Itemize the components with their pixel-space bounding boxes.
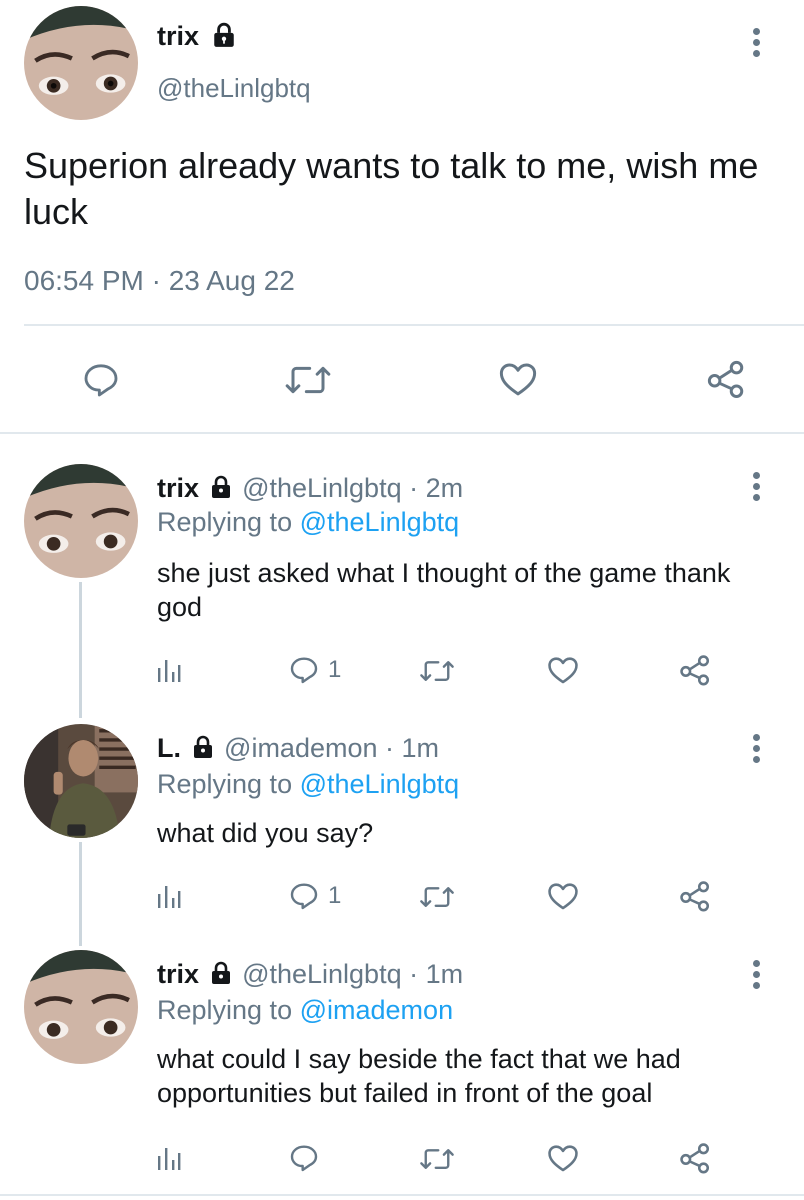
reply-time: · 2m — [409, 473, 464, 503]
tweet-text: Superion already wants to talk to me, wi… — [24, 145, 759, 232]
lock-icon — [211, 961, 230, 984]
lock-icon — [211, 475, 230, 498]
share-icon[interactable] — [678, 879, 712, 913]
avatar-trix-main[interactable] — [24, 6, 138, 120]
reply-text: she just asked what I thought of the gam… — [157, 558, 731, 622]
divider — [0, 1194, 804, 1196]
replying-to-link[interactable]: @theLinlgbtq — [300, 507, 460, 537]
replying-prefix: Replying to — [157, 507, 293, 537]
reply-time: · 1m — [385, 733, 440, 763]
reply-icon[interactable] — [288, 654, 320, 686]
share-icon[interactable] — [678, 1141, 712, 1175]
reply-icon[interactable] — [288, 1142, 320, 1174]
like-icon[interactable] — [496, 358, 540, 400]
reply-icon[interactable] — [288, 880, 320, 912]
handle[interactable]: @theLinlgbtq — [242, 959, 402, 989]
replying-to: Replying to @theLinlgbtq — [157, 768, 459, 800]
replying-to: Replying to @theLinlgbtq — [157, 506, 459, 538]
divider — [0, 432, 804, 434]
handle[interactable]: @imademon — [224, 733, 377, 763]
like-icon[interactable] — [546, 1141, 580, 1175]
replying-to: Replying to @imademon — [157, 994, 453, 1026]
display-name[interactable]: trix — [157, 473, 199, 503]
thread-line — [79, 582, 82, 718]
analytics-icon[interactable] — [156, 880, 182, 910]
replying-prefix: Replying to — [157, 995, 293, 1025]
reply-header: trix @theLinlgbtq · 2m — [157, 472, 463, 504]
avatar-trix[interactable] — [24, 464, 138, 578]
like-icon[interactable] — [546, 879, 580, 913]
more-options-icon[interactable] — [748, 960, 764, 993]
retweet-icon[interactable] — [418, 1144, 456, 1174]
avatar-l[interactable] — [24, 724, 138, 838]
share-icon[interactable] — [704, 358, 748, 400]
lock-icon — [213, 22, 234, 47]
thread-line — [79, 842, 82, 946]
handle[interactable]: @theLinlgbtq — [242, 473, 402, 503]
display-name[interactable]: trix — [157, 21, 199, 51]
reply-header: trix @theLinlgbtq · 1m — [157, 958, 463, 990]
retweet-icon[interactable] — [418, 882, 456, 912]
display-name[interactable]: L. — [157, 733, 181, 763]
replying-to-link[interactable]: @theLinlgbtq — [300, 769, 460, 799]
reply-header: L. @imademon · 1m — [157, 732, 439, 764]
reply-text: what did you say? — [157, 818, 374, 848]
replying-to-link[interactable]: @imademon — [300, 995, 453, 1025]
analytics-icon[interactable] — [156, 1142, 182, 1172]
analytics-icon[interactable] — [156, 654, 182, 684]
display-name[interactable]: trix — [157, 959, 199, 989]
handle[interactable]: @theLinlgbtq — [157, 72, 311, 104]
more-options-icon[interactable] — [748, 734, 764, 767]
main-display-name-row[interactable]: trix — [157, 20, 237, 52]
avatar-trix[interactable] — [24, 950, 138, 1064]
tweet-timestamp[interactable]: 06:54 PM · 23 Aug 22 — [24, 264, 295, 298]
retweet-icon[interactable] — [418, 656, 456, 686]
share-icon[interactable] — [678, 653, 712, 687]
replying-prefix: Replying to — [157, 769, 293, 799]
reply-text: what could I say beside the fact that we… — [157, 1044, 681, 1108]
lock-icon — [193, 735, 212, 758]
reply-count: 1 — [328, 882, 342, 909]
more-options-icon[interactable] — [748, 28, 764, 61]
reply-time: · 1m — [409, 959, 464, 989]
more-options-icon[interactable] — [748, 472, 764, 505]
reply-count: 1 — [328, 656, 342, 683]
retweet-icon[interactable] — [284, 360, 332, 400]
like-icon[interactable] — [546, 653, 580, 687]
reply-icon[interactable] — [80, 360, 122, 400]
divider — [24, 324, 804, 326]
